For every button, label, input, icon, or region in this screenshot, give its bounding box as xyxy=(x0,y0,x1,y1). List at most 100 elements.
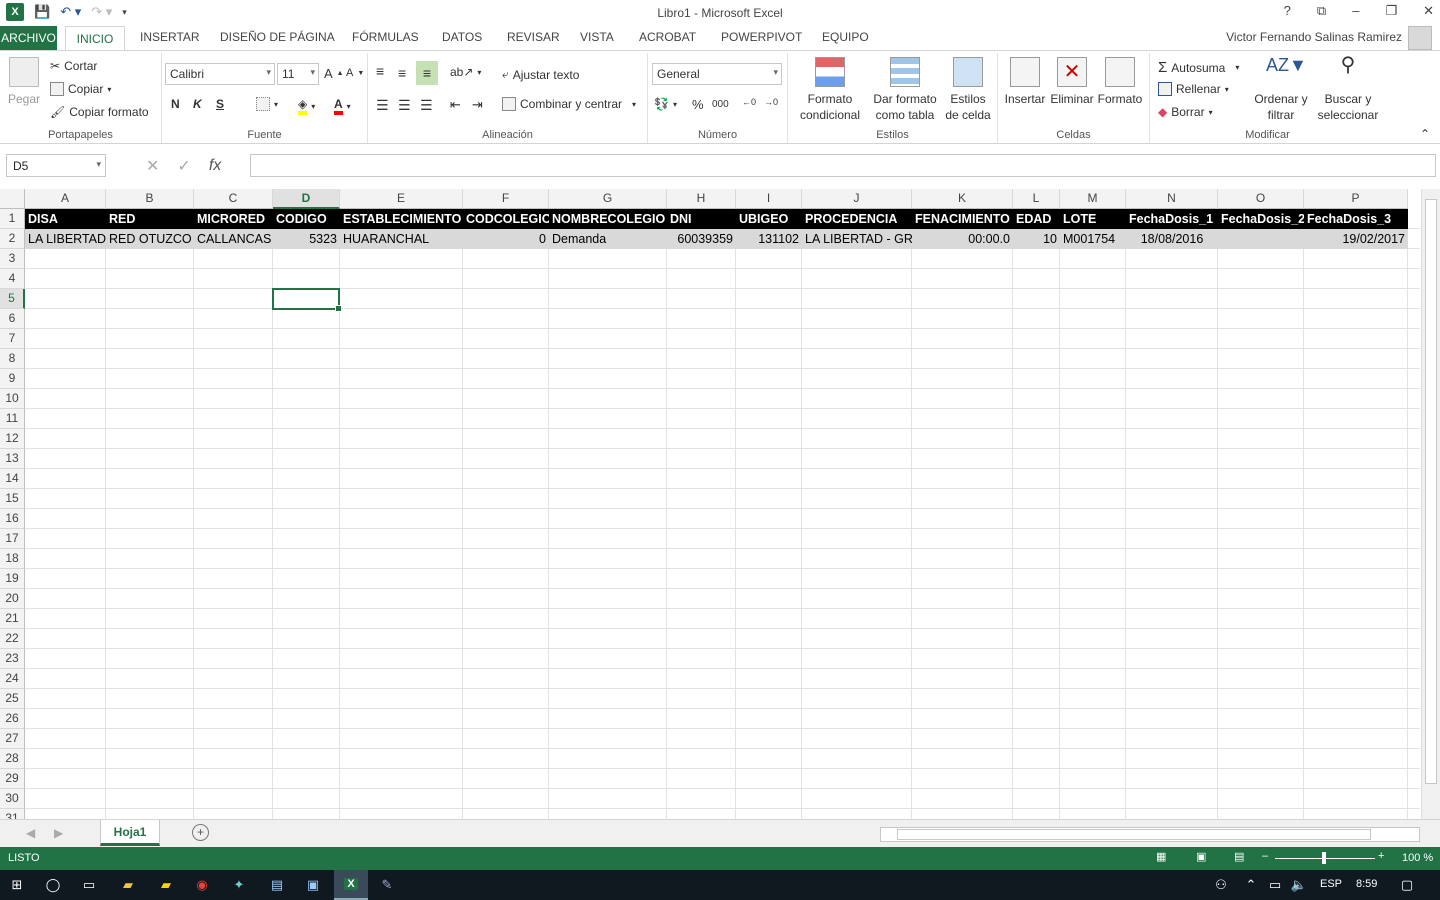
people-icon[interactable]: ⚇ xyxy=(1212,876,1230,894)
header-cell[interactable]: DNI xyxy=(667,209,736,229)
data-cell[interactable]: 18/08/2016 xyxy=(1126,229,1218,249)
zoom-level[interactable]: 100 % xyxy=(1402,852,1433,864)
column-header[interactable]: B xyxy=(106,189,194,209)
cancel-icon[interactable]: ✕ xyxy=(146,156,159,176)
find-select-button[interactable]: ⚲ Buscar y seleccionar xyxy=(1314,55,1382,123)
header-cell[interactable]: FechaDosis_2 xyxy=(1218,209,1304,229)
row-header[interactable]: 9 xyxy=(0,369,25,389)
paste-button[interactable]: Pegar xyxy=(6,57,42,107)
row-header[interactable]: 7 xyxy=(0,329,25,349)
row-header[interactable]: 1 xyxy=(0,209,25,229)
header-cell[interactable]: PROCEDENCIA xyxy=(802,209,912,229)
header-cell[interactable]: UBIGEO xyxy=(736,209,802,229)
data-cell[interactable]: 131102 xyxy=(736,229,802,249)
row-header[interactable]: 3 xyxy=(0,249,25,269)
page-layout-view-icon[interactable]: ▣ xyxy=(1196,850,1206,863)
column-header[interactable]: O xyxy=(1218,189,1304,209)
enter-icon[interactable]: ✓ xyxy=(177,156,190,176)
row-header[interactable]: 28 xyxy=(0,749,25,769)
tab-powerpivot[interactable]: POWERPIVOT xyxy=(721,30,802,44)
column-header[interactable]: C xyxy=(194,189,273,209)
thousands-button[interactable]: 000 xyxy=(712,99,729,110)
excel-logo-icon[interactable]: X xyxy=(6,3,24,21)
select-all-corner[interactable] xyxy=(0,189,25,209)
row-header[interactable]: 8 xyxy=(0,349,25,369)
row-header[interactable]: 22 xyxy=(0,629,25,649)
header-cell[interactable]: FechaDosis_1 xyxy=(1126,209,1218,229)
align-middle-icon[interactable]: ≡ xyxy=(398,65,406,81)
data-cell[interactable]: 0 xyxy=(463,229,549,249)
row-header[interactable]: 20 xyxy=(0,589,25,609)
sticky-notes-icon[interactable]: ▰ xyxy=(157,876,175,894)
increase-indent-icon[interactable]: ⇥ xyxy=(472,97,483,113)
column-header[interactable]: I xyxy=(736,189,802,209)
decrease-indent-icon[interactable]: ⇤ xyxy=(450,97,461,113)
app-icon[interactable]: ✦ xyxy=(230,876,248,894)
row-header[interactable]: 21 xyxy=(0,609,25,629)
italic-button[interactable]: K xyxy=(193,97,202,111)
name-box[interactable]: D5 xyxy=(6,154,106,177)
clock[interactable]: 8:59 xyxy=(1356,878,1377,890)
save-icon[interactable]: 💾 xyxy=(34,4,50,20)
formula-input[interactable] xyxy=(250,154,1436,177)
close-button[interactable]: ✕ xyxy=(1423,3,1434,19)
delete-cells-button[interactable]: ✕ Eliminar xyxy=(1048,57,1096,107)
row-header[interactable]: 29 xyxy=(0,769,25,789)
percent-button[interactable]: % xyxy=(692,97,704,112)
header-cell[interactable]: NOMBRECOLEGIO xyxy=(549,209,667,229)
tab-insert[interactable]: INSERTAR xyxy=(140,30,200,44)
header-cell[interactable]: RED xyxy=(106,209,194,229)
normal-view-icon[interactable]: ▦ xyxy=(1156,850,1166,863)
row-header[interactable]: 24 xyxy=(0,669,25,689)
tab-file[interactable]: ARCHIVO xyxy=(0,26,57,50)
fill-button[interactable]: Rellenar ▾ xyxy=(1158,82,1229,96)
user-name[interactable]: Victor Fernando Salinas Ramirez xyxy=(1226,30,1402,44)
chrome-icon[interactable]: ◉ xyxy=(193,876,211,894)
row-header[interactable]: 30 xyxy=(0,789,25,809)
wrap-text-button[interactable]: ⤶ Ajustar texto xyxy=(502,67,579,82)
header-cell[interactable]: FENACIMIENTO xyxy=(912,209,1013,229)
header-cell[interactable]: EDAD xyxy=(1013,209,1060,229)
grow-font-icon[interactable]: A ▲ xyxy=(324,66,344,81)
format-painter-button[interactable]: 🖌 Copiar formato xyxy=(50,105,149,119)
row-header[interactable]: 18 xyxy=(0,549,25,569)
column-header[interactable]: L xyxy=(1013,189,1060,209)
cut-button[interactable]: ✂ Cortar xyxy=(50,59,97,73)
data-cell[interactable] xyxy=(1218,229,1304,249)
column-header[interactable]: A xyxy=(25,189,106,209)
help-icon[interactable]: ? xyxy=(1284,3,1291,19)
number-format-select[interactable]: General xyxy=(652,63,782,85)
conditional-format-button[interactable]: Formato condicional xyxy=(794,57,866,123)
paint-icon[interactable]: ✎ xyxy=(378,876,396,894)
tab-review[interactable]: REVISAR xyxy=(507,30,560,44)
undo-icon[interactable]: ↶ ▾ xyxy=(60,4,81,20)
tab-home[interactable]: INICIO xyxy=(65,26,125,51)
customize-qat-icon[interactable]: ▾ xyxy=(122,7,127,18)
volume-icon[interactable]: 🔈 xyxy=(1290,876,1308,894)
tab-team[interactable]: EQUIPO xyxy=(822,30,869,44)
row-header[interactable]: 26 xyxy=(0,709,25,729)
row-header[interactable]: 4 xyxy=(0,269,25,289)
horizontal-scrollbar[interactable] xyxy=(880,827,1420,842)
column-header[interactable]: D xyxy=(273,189,340,209)
tab-data[interactable]: DATOS xyxy=(442,30,482,44)
zoom-out-icon[interactable]: – xyxy=(1262,850,1268,862)
row-header[interactable]: 10 xyxy=(0,389,25,409)
vertical-scrollbar[interactable] xyxy=(1421,189,1440,819)
row-header[interactable]: 17 xyxy=(0,529,25,549)
add-sheet-icon[interactable]: + xyxy=(192,824,209,841)
font-size-select[interactable]: 11 xyxy=(277,63,319,85)
column-header[interactable]: N xyxy=(1126,189,1218,209)
horizontal-scroll-thumb[interactable] xyxy=(897,829,1371,840)
data-cell[interactable]: 60039359 xyxy=(667,229,736,249)
data-cell[interactable]: CALLANCAS xyxy=(194,229,273,249)
align-center-icon[interactable]: ☰ xyxy=(398,97,411,114)
font-color-icon[interactable]: A ▾ xyxy=(334,97,351,115)
format-as-table-button[interactable]: Dar formato como tabla xyxy=(870,57,940,123)
format-cells-button[interactable]: Formato xyxy=(1096,57,1144,107)
column-header[interactable]: K xyxy=(912,189,1013,209)
autosum-button[interactable]: Σ Autosuma ▾ xyxy=(1158,59,1239,76)
zoom-in-icon[interactable]: + xyxy=(1378,850,1384,862)
task-view-icon[interactable]: ▭ xyxy=(80,876,98,894)
row-header[interactable]: 31 xyxy=(0,809,25,819)
